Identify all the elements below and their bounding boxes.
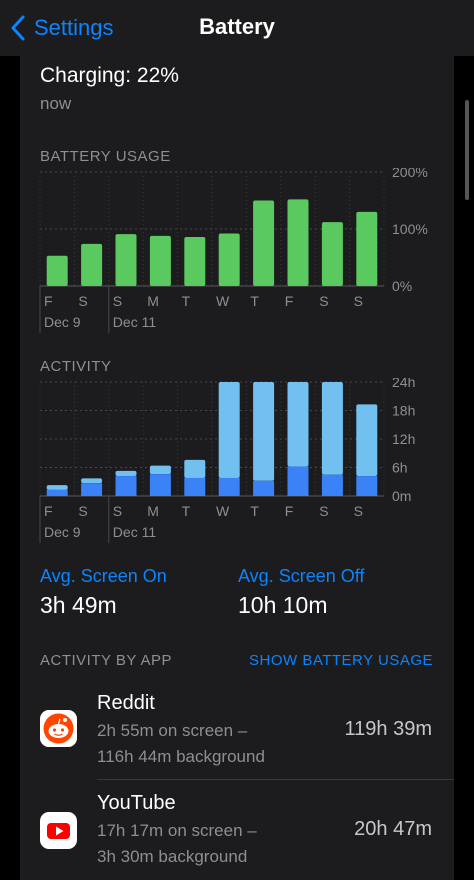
x-tick-label: F (285, 503, 294, 519)
y-tick-label: 6h (392, 460, 408, 476)
avg-screen-off-label: Avg. Screen Off (238, 566, 365, 586)
y-tick-label: 100% (392, 221, 428, 237)
screen-off-bar (81, 478, 103, 484)
app-background-time: 3h 30m background (97, 847, 248, 866)
x-tick-label: S (113, 293, 122, 309)
screen-on-bar (218, 477, 240, 496)
screen-off-bar (115, 470, 137, 477)
x-tick-label: S (354, 293, 363, 309)
y-tick-label: 24h (392, 378, 415, 390)
app-row-reddit[interactable]: Reddit 2h 55m on screen – 116h 44m backg… (20, 680, 454, 780)
y-tick-label: 0m (392, 488, 411, 504)
app-total-time: 20h 47m (354, 818, 432, 840)
x-tick-label: F (44, 293, 53, 309)
x-tick-label: T (182, 293, 191, 309)
app-total-time: 119h 39m (344, 718, 432, 740)
avg-screen-off-value: 10h 10m (238, 592, 328, 618)
battery-bar (287, 199, 309, 286)
date-label: Dec 11 (113, 314, 157, 330)
battery-bar (356, 211, 378, 286)
screen-on-bar (287, 466, 309, 496)
x-tick-label: S (78, 503, 87, 519)
screen-on-bar (115, 476, 137, 496)
charging-status: Charging: 22% (40, 64, 179, 87)
reddit-icon (40, 710, 77, 747)
app-row-youtube[interactable]: YouTube 17h 17m on screen – 3h 30m backg… (20, 780, 454, 880)
youtube-icon (40, 812, 77, 849)
screen-off-bar (253, 382, 275, 481)
screen-on-bar (321, 474, 343, 496)
x-tick-label: S (113, 503, 122, 519)
x-tick-label: W (216, 503, 230, 519)
battery-bar (253, 200, 275, 286)
battery-usage-label: BATTERY USAGE (40, 148, 171, 165)
battery-card: Charging: 22% now BATTERY USAGE 200% 100%… (20, 56, 454, 680)
battery-usage-chart-svg: 200% 100% 0% Dec 9 Dec 11 F S S M T W T F S S (39, 168, 428, 333)
battery-bar (218, 233, 240, 286)
date-label: Dec 11 (113, 524, 157, 540)
app-name: Reddit (97, 692, 155, 714)
avg-screen-on-value: 3h 49m (40, 592, 117, 618)
x-tick-label: S (354, 503, 363, 519)
x-tick-label: S (319, 293, 328, 309)
x-tick-label: M (147, 293, 159, 309)
screen-off-bar (356, 404, 378, 477)
x-tick-label: T (250, 293, 259, 309)
battery-bar (149, 235, 171, 286)
screen-off-bar (149, 465, 171, 475)
app-screen-time: 17h 17m on screen – (97, 821, 257, 840)
date-label: Dec 9 (44, 314, 81, 330)
x-tick-label: S (319, 503, 328, 519)
x-tick-label: F (44, 503, 53, 519)
screen-off-bar (46, 485, 68, 490)
app-screen-time: 2h 55m on screen – (97, 721, 248, 740)
y-tick-label: 18h (392, 403, 415, 419)
activity-by-app-label: ACTIVITY BY APP (40, 652, 172, 669)
screen-off-bar (287, 382, 309, 467)
screen-on-bar (149, 474, 171, 496)
battery-bar (321, 222, 343, 286)
battery-bar (46, 255, 68, 286)
charging-time: now (40, 94, 72, 113)
battery-bar (115, 234, 137, 286)
screen-on-bar (184, 477, 206, 496)
x-tick-label: T (182, 503, 191, 519)
y-tick-label: 200% (392, 168, 428, 180)
screen-off-bar (184, 459, 206, 478)
screen-on-bar (253, 480, 275, 496)
battery-bar (184, 236, 206, 286)
app-name: YouTube (97, 792, 176, 814)
y-tick-label: 12h (392, 431, 415, 447)
screen-on-bar (81, 483, 103, 496)
screen-on-bar (356, 476, 378, 496)
x-tick-label: W (216, 293, 230, 309)
avg-screen-on-label: Avg. Screen On (40, 566, 167, 586)
date-label: Dec 9 (44, 524, 81, 540)
activity-chart[interactable]: 24h 18h 12h 6h 0m Dec 9 Dec 11 F S S M T W T F S S (20, 378, 454, 548)
battery-bar (81, 243, 103, 286)
show-battery-usage-button[interactable]: SHOW BATTERY USAGE (249, 652, 433, 669)
app-background-time: 116h 44m background (97, 747, 265, 766)
navigation-bar: Settings Battery (0, 0, 474, 56)
x-tick-label: T (250, 503, 259, 519)
battery-usage-chart[interactable]: 200% 100% 0% Dec 9 Dec 11 F S S M T W T F S S (20, 168, 454, 338)
scrollbar[interactable] (465, 100, 469, 200)
activity-label: ACTIVITY (40, 358, 112, 375)
screen-off-bar (218, 382, 240, 478)
x-tick-label: M (147, 503, 159, 519)
screen-off-bar (321, 382, 343, 475)
x-tick-label: S (78, 293, 87, 309)
screen-on-bar (46, 489, 68, 496)
y-tick-label: 0% (392, 278, 412, 294)
x-tick-label: F (285, 293, 294, 309)
page-title: Battery (199, 14, 275, 39)
activity-chart-svg: 24h 18h 12h 6h 0m Dec 9 Dec 11 F S S M T W T F S S (39, 378, 415, 543)
